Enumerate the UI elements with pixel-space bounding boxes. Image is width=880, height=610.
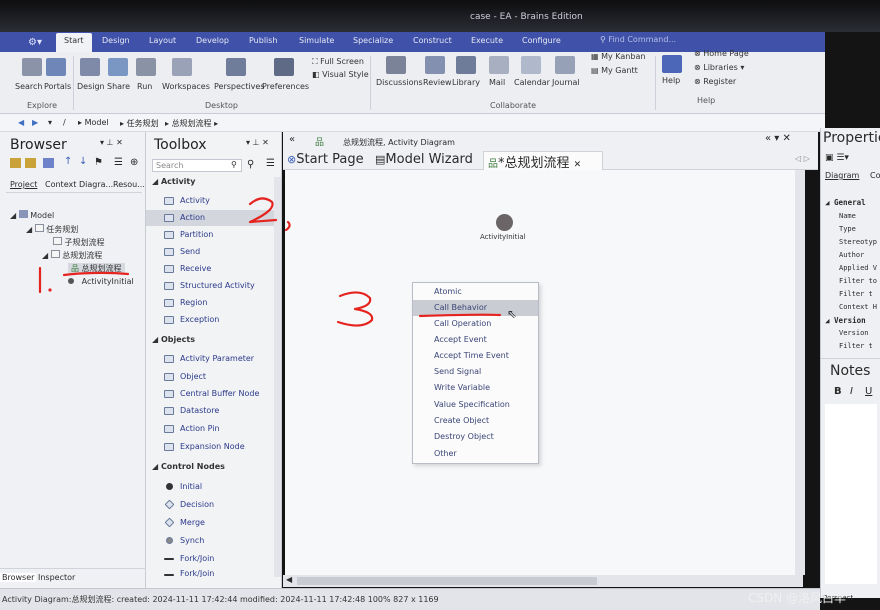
number-2-annotation — [248, 197, 278, 224]
comma-2-annotation — [284, 220, 291, 232]
watermark: CSDN @洛风白羊 — [748, 591, 847, 605]
underline-annotation-3 — [418, 313, 502, 318]
underline-annotation-1 — [62, 271, 130, 277]
dot-1-annotation — [48, 288, 52, 292]
number-3-annotation — [336, 291, 374, 327]
annotation-layer — [38, 197, 502, 327]
